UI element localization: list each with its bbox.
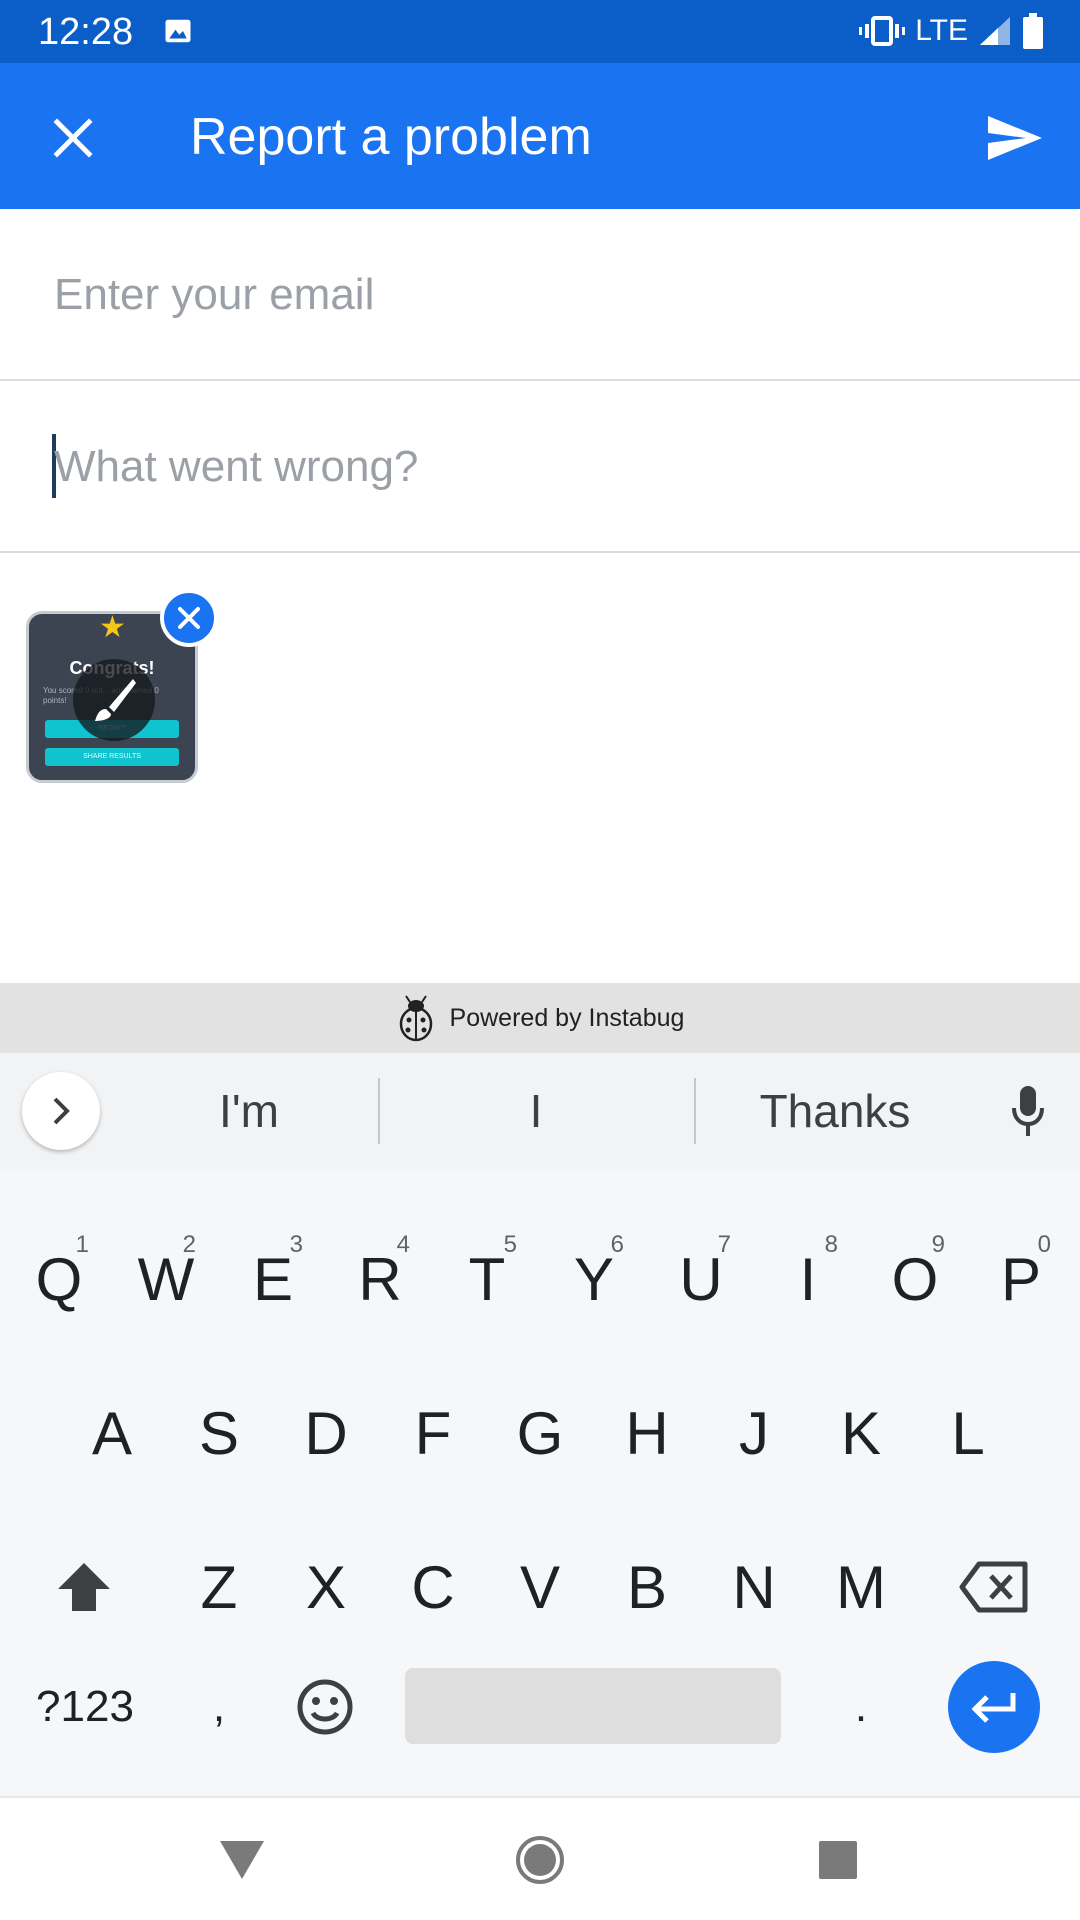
network-type: LTE	[915, 14, 968, 47]
keyboard: Q1 W2 E3 R4 T5 Y6 U7 I8 O9 P0 A S D F G …	[0, 1169, 1080, 1796]
key-m[interactable]: M	[817, 1517, 905, 1657]
key-s[interactable]: S	[175, 1363, 263, 1503]
home-button[interactable]	[508, 1828, 572, 1892]
suggestion-3[interactable]: Thanks	[694, 1053, 976, 1169]
key-q[interactable]: Q1	[15, 1209, 103, 1349]
key-h[interactable]: H	[603, 1363, 691, 1503]
key-e[interactable]: E3	[229, 1209, 317, 1349]
key-n[interactable]: N	[710, 1517, 798, 1657]
brush-icon	[95, 679, 136, 721]
navigation-bar	[0, 1796, 1080, 1920]
back-button[interactable]	[210, 1828, 274, 1892]
expand-toolbar-button[interactable]	[22, 1072, 100, 1150]
key-i[interactable]: I8	[764, 1209, 852, 1349]
backspace-key[interactable]	[944, 1517, 1044, 1657]
key-k[interactable]: K	[817, 1363, 905, 1503]
key-y[interactable]: Y6	[550, 1209, 638, 1349]
key-x[interactable]: X	[282, 1517, 370, 1657]
email-row	[0, 209, 1080, 381]
symbols-key[interactable]: ?123	[20, 1637, 150, 1777]
ladybug-icon	[399, 995, 432, 1042]
key-t[interactable]: T5	[443, 1209, 531, 1349]
powered-by-footer: Powered by Instabug	[0, 983, 1080, 1053]
email-field[interactable]	[54, 265, 1034, 325]
key-c[interactable]: C	[389, 1517, 477, 1657]
description-row	[0, 381, 1080, 553]
space-bar[interactable]	[405, 1668, 781, 1744]
suggestion-strip: I'm I Thanks	[0, 1053, 1080, 1169]
key-z[interactable]: Z	[175, 1517, 263, 1657]
recents-icon	[819, 1841, 857, 1879]
powered-by-label: Powered by Instabug	[449, 1003, 685, 1032]
vibrate-icon	[859, 16, 906, 46]
chevron-right-icon	[53, 1097, 70, 1125]
key-w[interactable]: W2	[122, 1209, 210, 1349]
key-o[interactable]: O9	[871, 1209, 959, 1349]
star-icon: ★	[99, 611, 126, 644]
key-p[interactable]: P0	[977, 1209, 1065, 1349]
key-l[interactable]: L	[924, 1363, 1012, 1503]
description-field[interactable]	[54, 437, 1034, 497]
enter-icon	[971, 1693, 1016, 1723]
close-icon	[53, 118, 93, 158]
recents-button[interactable]	[806, 1828, 870, 1892]
status-bar: 12:28 LTE	[0, 0, 1080, 63]
status-icons: LTE	[859, 12, 1044, 50]
shift-icon	[58, 1563, 110, 1611]
edit-attachment-button[interactable]	[73, 659, 155, 741]
thumbnail-share-button: SHARE RESULTS	[45, 748, 179, 766]
key-a[interactable]: A	[68, 1363, 156, 1503]
app-bar: Report a problem	[0, 63, 1080, 209]
key-f[interactable]: F	[389, 1363, 477, 1503]
status-time: 12:28	[38, 11, 134, 53]
key-d[interactable]: D	[282, 1363, 370, 1503]
key-b[interactable]: B	[603, 1517, 691, 1657]
key-u[interactable]: U7	[657, 1209, 745, 1349]
emoji-key[interactable]	[280, 1637, 370, 1777]
page-title: Report a problem	[190, 108, 592, 166]
image-icon	[165, 19, 191, 43]
backspace-icon	[959, 1561, 1028, 1613]
key-j[interactable]: J	[710, 1363, 798, 1503]
key-g[interactable]: G	[496, 1363, 584, 1503]
send-button[interactable]	[980, 103, 1050, 173]
period-key[interactable]: .	[816, 1637, 906, 1777]
remove-attachment-button[interactable]	[160, 589, 218, 647]
home-icon	[516, 1836, 564, 1884]
enter-key[interactable]	[948, 1661, 1040, 1753]
send-icon	[988, 116, 1042, 160]
key-v[interactable]: V	[496, 1517, 584, 1657]
voice-input-button[interactable]	[1000, 1083, 1056, 1139]
shift-key[interactable]	[40, 1517, 128, 1657]
comma-key[interactable]: ,	[175, 1637, 263, 1777]
signal-icon	[980, 17, 1010, 45]
close-button[interactable]	[38, 103, 108, 173]
mic-icon	[1012, 1086, 1044, 1136]
close-icon	[178, 607, 200, 629]
suggestion-2[interactable]: I	[378, 1053, 694, 1169]
suggestion-1[interactable]: I'm	[120, 1053, 378, 1169]
back-icon	[220, 1841, 264, 1879]
battery-icon	[1023, 13, 1043, 49]
key-r[interactable]: R4	[336, 1209, 424, 1349]
emoji-icon	[297, 1679, 353, 1735]
